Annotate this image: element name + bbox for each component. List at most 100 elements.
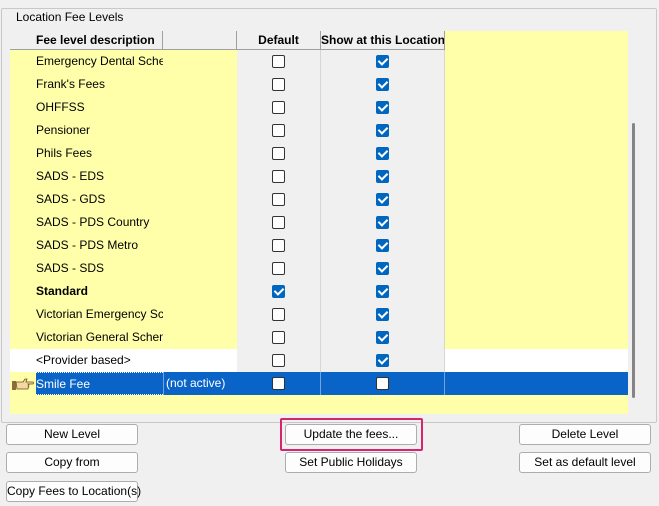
- default-cell: [237, 326, 321, 349]
- row-filler: [445, 303, 628, 326]
- fee-level-description[interactable]: Phils Fees: [36, 142, 163, 165]
- fee-level-description[interactable]: SADS - PDS Metro: [36, 234, 163, 257]
- row-selector[interactable]: [10, 257, 36, 280]
- show-at-location-cell: [321, 119, 445, 142]
- fee-level-status: [163, 326, 237, 349]
- show-at-location-checkbox[interactable]: [376, 377, 389, 390]
- default-cell: [237, 211, 321, 234]
- default-checkbox[interactable]: [272, 262, 285, 275]
- table-row[interactable]: Pensioner: [10, 119, 628, 142]
- new-level-button[interactable]: New Level: [6, 424, 138, 445]
- show-at-location-checkbox[interactable]: [376, 331, 389, 344]
- fee-level-description[interactable]: Frank's Fees: [36, 73, 163, 96]
- table-row[interactable]: SADS - PDS Metro: [10, 234, 628, 257]
- table-row[interactable]: Victorian Emergency Scheme: [10, 303, 628, 326]
- column-header-status: [163, 31, 237, 50]
- scroll-thumb[interactable]: [632, 123, 635, 398]
- fee-level-status: [163, 280, 237, 303]
- default-checkbox[interactable]: [272, 331, 285, 344]
- column-header-default[interactable]: Default: [237, 31, 321, 50]
- table-row[interactable]: Victorian General Scheme: [10, 326, 628, 349]
- fee-level-description[interactable]: <Provider based>: [36, 349, 163, 372]
- fee-level-description[interactable]: Victorian Emergency Scheme: [36, 303, 163, 326]
- row-selector[interactable]: [10, 234, 36, 257]
- row-selector[interactable]: [10, 372, 36, 395]
- fee-level-description[interactable]: OHFFSS: [36, 96, 163, 119]
- default-checkbox[interactable]: [272, 147, 285, 160]
- fee-levels-grid[interactable]: Fee level description Default Show at th…: [10, 31, 628, 414]
- table-row[interactable]: SADS - SDS: [10, 257, 628, 280]
- row-selector[interactable]: [10, 211, 36, 234]
- default-checkbox[interactable]: [272, 101, 285, 114]
- fee-level-description[interactable]: Victorian General Scheme: [36, 326, 163, 349]
- row-selector[interactable]: [10, 142, 36, 165]
- default-checkbox[interactable]: [272, 239, 285, 252]
- default-checkbox[interactable]: [272, 285, 285, 298]
- fee-level-status: [163, 349, 237, 372]
- table-row[interactable]: Frank's Fees: [10, 73, 628, 96]
- table-row[interactable]: Standard: [10, 280, 628, 303]
- default-checkbox[interactable]: [272, 170, 285, 183]
- copy-fees-to-location-button[interactable]: Copy Fees to Location(s): [6, 481, 141, 502]
- set-public-holidays-button[interactable]: Set Public Holidays: [285, 452, 417, 473]
- column-header-show[interactable]: Show at this Location: [321, 31, 445, 50]
- row-selector[interactable]: [10, 73, 36, 96]
- show-at-location-checkbox[interactable]: [376, 193, 389, 206]
- show-at-location-checkbox[interactable]: [376, 78, 389, 91]
- fee-level-description[interactable]: Pensioner: [36, 119, 163, 142]
- show-at-location-checkbox[interactable]: [376, 170, 389, 183]
- show-at-location-checkbox[interactable]: [376, 55, 389, 68]
- show-at-location-checkbox[interactable]: [376, 354, 389, 367]
- default-checkbox[interactable]: [272, 354, 285, 367]
- show-at-location-cell: [321, 142, 445, 165]
- table-row[interactable]: SADS - GDS: [10, 188, 628, 211]
- fee-level-description[interactable]: SADS - EDS: [36, 165, 163, 188]
- show-at-location-checkbox[interactable]: [376, 216, 389, 229]
- fee-level-description[interactable]: SADS - PDS Country: [36, 211, 163, 234]
- show-at-location-checkbox[interactable]: [376, 147, 389, 160]
- row-selector[interactable]: [10, 188, 36, 211]
- show-at-location-checkbox[interactable]: [376, 239, 389, 252]
- show-at-location-checkbox[interactable]: [376, 262, 389, 275]
- row-filler: [445, 96, 628, 119]
- fee-level-description[interactable]: Standard: [36, 280, 163, 303]
- row-selector[interactable]: [10, 50, 36, 73]
- row-selector[interactable]: [10, 280, 36, 303]
- show-at-location-checkbox[interactable]: [376, 285, 389, 298]
- set-default-level-button[interactable]: Set as default level: [519, 452, 651, 473]
- delete-level-button[interactable]: Delete Level: [519, 424, 651, 445]
- fee-level-description[interactable]: Emergency Dental Scheme: [36, 50, 163, 73]
- table-row[interactable]: Emergency Dental Scheme: [10, 50, 628, 73]
- table-row[interactable]: <Provider based>: [10, 349, 628, 372]
- default-checkbox[interactable]: [272, 377, 285, 390]
- table-row[interactable]: Phils Fees: [10, 142, 628, 165]
- default-checkbox[interactable]: [272, 308, 285, 321]
- show-at-location-checkbox[interactable]: [376, 101, 389, 114]
- table-row[interactable]: Smile Fee (not active): [10, 372, 628, 395]
- default-checkbox[interactable]: [272, 124, 285, 137]
- row-selector[interactable]: [10, 119, 36, 142]
- row-selector[interactable]: [10, 303, 36, 326]
- default-cell: [237, 257, 321, 280]
- vertical-scrollbar[interactable]: [628, 31, 640, 414]
- default-checkbox[interactable]: [272, 78, 285, 91]
- copy-from-button[interactable]: Copy from: [6, 452, 138, 473]
- fee-level-description[interactable]: Smile Fee: [36, 372, 163, 395]
- default-cell: [237, 303, 321, 326]
- fee-level-description[interactable]: SADS - SDS: [36, 257, 163, 280]
- row-selector[interactable]: [10, 96, 36, 119]
- table-row[interactable]: SADS - EDS: [10, 165, 628, 188]
- default-checkbox[interactable]: [272, 55, 285, 68]
- column-header-description[interactable]: Fee level description: [10, 31, 163, 50]
- row-selector[interactable]: [10, 165, 36, 188]
- show-at-location-checkbox[interactable]: [376, 308, 389, 321]
- table-row[interactable]: SADS - PDS Country: [10, 211, 628, 234]
- show-at-location-checkbox[interactable]: [376, 124, 389, 137]
- row-selector[interactable]: [10, 349, 36, 372]
- fee-level-description[interactable]: SADS - GDS: [36, 188, 163, 211]
- default-checkbox[interactable]: [272, 216, 285, 229]
- default-checkbox[interactable]: [272, 193, 285, 206]
- table-row[interactable]: OHFFSS: [10, 96, 628, 119]
- show-at-location-cell: [321, 188, 445, 211]
- row-selector[interactable]: [10, 326, 36, 349]
